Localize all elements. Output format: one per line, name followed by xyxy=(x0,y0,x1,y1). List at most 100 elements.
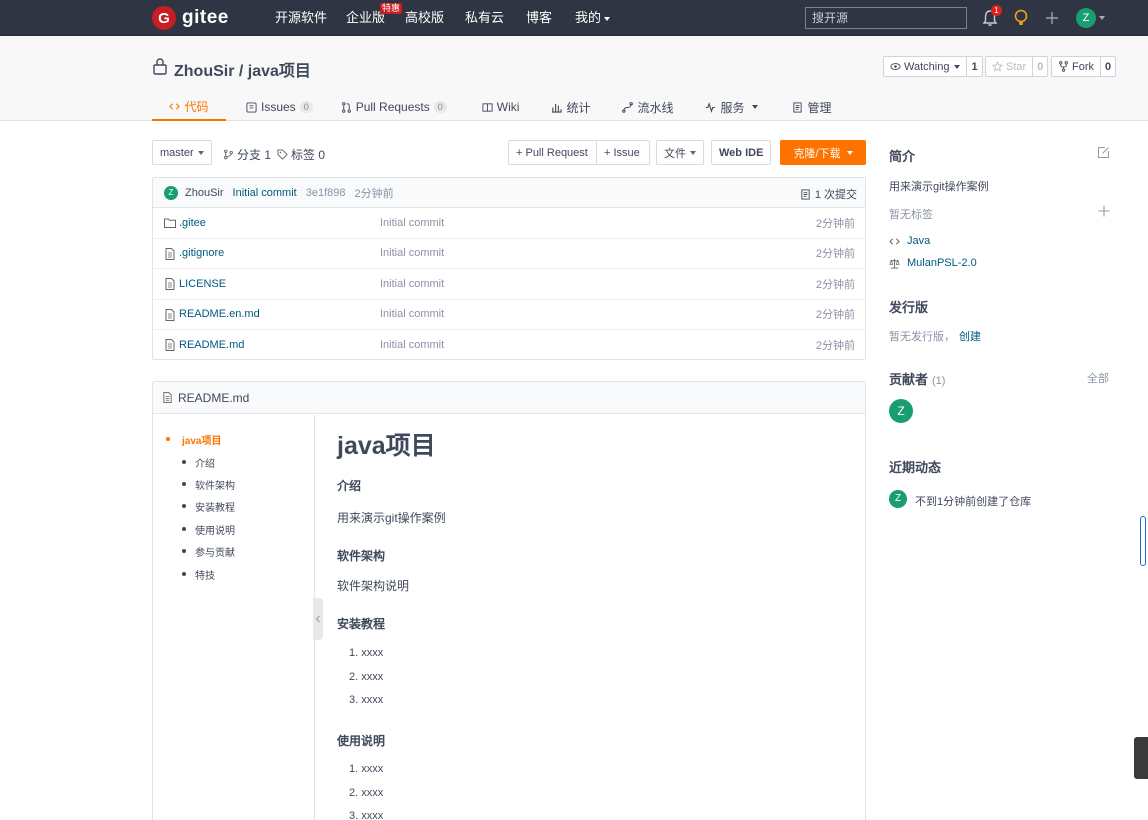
lock-icon xyxy=(153,58,167,75)
nav-university[interactable]: 高校版 xyxy=(405,10,444,26)
commit-message[interactable]: Initial commit xyxy=(233,187,297,199)
repo-title[interactable]: ZhouSir / java项目 xyxy=(174,57,311,81)
tab-services[interactable]: 服务 xyxy=(695,93,768,121)
edit-icon[interactable] xyxy=(1097,146,1110,159)
repo-header: ZhouSir / java项目 Watching 1 Star 0 Fork … xyxy=(0,37,1148,121)
nav-blog[interactable]: 博客 xyxy=(526,10,552,26)
document-icon xyxy=(793,101,803,113)
clone-download-button[interactable]: 克隆/下载 xyxy=(780,140,866,165)
sidebar-license[interactable]: MulanPSL-2.0 xyxy=(889,257,977,269)
activity-avatar[interactable]: Z xyxy=(889,490,907,508)
sidebar-release-text: 暂无发行版， xyxy=(889,331,955,343)
file-commit-message[interactable]: Initial commit xyxy=(380,278,444,290)
page-scrollbar-thumb[interactable] xyxy=(1140,516,1146,566)
chevron-down-icon xyxy=(604,16,611,21)
contributors-all-link[interactable]: 全部 xyxy=(1087,370,1109,386)
code-icon xyxy=(169,102,181,110)
branches-link[interactable]: 分支 1 xyxy=(223,146,271,163)
commit-count-link[interactable]: 1 次提交 xyxy=(800,186,857,202)
file-commit-message[interactable]: Initial commit xyxy=(380,339,444,351)
readme-list-item: 1. xxxx xyxy=(349,647,384,659)
star-button[interactable]: Star 0 xyxy=(985,56,1049,77)
gitee-logo[interactable]: G gitee xyxy=(152,6,229,30)
tags-label: 标签 0 xyxy=(291,148,326,162)
pull-request-icon xyxy=(341,101,351,113)
hot-badge: 特惠 xyxy=(380,3,403,14)
toc-item[interactable]: 参与贡献 xyxy=(182,544,235,559)
floating-widget[interactable] xyxy=(1134,737,1148,779)
commit-author[interactable]: ZhouSir xyxy=(185,187,224,199)
nav-private-cloud[interactable]: 私有云 xyxy=(465,10,504,26)
fork-button[interactable]: Fork 0 xyxy=(1051,56,1117,77)
file-icon xyxy=(165,247,175,260)
sidebar-license-label: MulanPSL-2.0 xyxy=(907,257,977,269)
toc-item[interactable]: 介绍 xyxy=(182,455,215,470)
file-row[interactable]: README.md Initial commit 2分钟前 xyxy=(153,330,865,361)
web-ide-button[interactable]: Web IDE xyxy=(711,140,772,165)
watch-button[interactable]: Watching 1 xyxy=(883,56,983,77)
file-row[interactable]: .gitee Initial commit 2分钟前 xyxy=(153,208,865,239)
user-avatar[interactable]: Z xyxy=(1076,8,1096,28)
file-row[interactable]: README.en.md Initial commit 2分钟前 xyxy=(153,300,865,330)
file-commit-message[interactable]: Initial commit xyxy=(380,217,444,229)
commit-hash[interactable]: 3e1f898 xyxy=(306,187,346,199)
new-pull-request-button[interactable]: + Pull Request xyxy=(508,140,597,165)
file-commit-message[interactable]: Initial commit xyxy=(380,247,444,259)
new-issue-button[interactable]: + Issue xyxy=(596,140,650,165)
tab-manage[interactable]: 管理 xyxy=(782,93,841,121)
file-name[interactable]: .gitee xyxy=(179,217,206,229)
file-name[interactable]: README.en.md xyxy=(179,308,260,320)
toc-collapse-handle[interactable] xyxy=(313,598,323,640)
file-list: Z ZhouSir Initial commit 3e1f898 2分钟前 1 … xyxy=(152,177,866,360)
readme-header: README.md xyxy=(153,382,865,414)
tab-code[interactable]: 代码 xyxy=(152,93,226,121)
tab-issues-count: 0 xyxy=(299,101,313,113)
file-name[interactable]: .gitignore xyxy=(179,247,224,259)
file-row[interactable]: LICENSE Initial commit 2分钟前 xyxy=(153,269,865,300)
file-row[interactable]: .gitignore Initial commit 2分钟前 xyxy=(153,239,865,269)
toc-item[interactable]: 特技 xyxy=(182,567,215,582)
tab-stats-label: 统计 xyxy=(566,100,591,115)
gitee-logo-icon: G xyxy=(152,6,176,30)
commit-author-avatar[interactable]: Z xyxy=(164,185,178,200)
repo-tabs: 代码 Issues 0 Pull Requests 0 Wiki 统计 流水线 … xyxy=(152,93,842,121)
star-label: Star xyxy=(1006,60,1027,73)
file-time: 2分钟前 xyxy=(815,340,855,353)
tab-pipeline[interactable]: 流水线 xyxy=(612,93,683,121)
toc-item[interactable]: 使用说明 xyxy=(182,522,235,537)
search-input[interactable] xyxy=(805,7,967,29)
tab-issues[interactable]: Issues 0 xyxy=(236,93,323,121)
latest-commit-row: Z ZhouSir Initial commit 3e1f898 2分钟前 1 … xyxy=(153,178,865,208)
star-icon xyxy=(992,61,1003,72)
add-tag-plus-icon[interactable] xyxy=(1098,205,1110,217)
user-menu-chevron-icon[interactable] xyxy=(1099,16,1105,20)
nav-open-source[interactable]: 开源软件 xyxy=(275,10,327,26)
file-name[interactable]: README.md xyxy=(179,339,244,351)
file-time: 2分钟前 xyxy=(815,309,855,322)
lightbulb-icon[interactable] xyxy=(1013,9,1029,27)
readme-title: java项目 xyxy=(337,432,436,460)
tab-pull-requests[interactable]: Pull Requests 0 xyxy=(331,93,457,121)
contributor-avatar[interactable]: Z xyxy=(889,399,913,423)
nav-mine[interactable]: 我的 xyxy=(575,10,611,26)
branch-select[interactable]: master xyxy=(152,140,212,165)
tab-wiki[interactable]: Wiki xyxy=(472,93,530,121)
readme-list-item: 3. xxxx xyxy=(349,694,384,706)
toc-item[interactable]: 软件架构 xyxy=(182,477,235,492)
tags-link[interactable]: 标签 0 xyxy=(277,146,325,163)
create-release-link[interactable]: 创建 xyxy=(959,331,981,343)
file-name[interactable]: LICENSE xyxy=(179,278,226,290)
eye-icon xyxy=(890,63,901,70)
sidebar-language[interactable]: Java xyxy=(889,235,930,247)
readme-arch-text: 软件架构说明 xyxy=(337,579,410,593)
file-menu-button[interactable]: 文件 xyxy=(656,140,704,165)
plus-icon[interactable] xyxy=(1045,11,1059,25)
tab-wiki-label: Wiki xyxy=(496,100,520,114)
toc-item[interactable]: java项目 xyxy=(165,432,221,447)
toc-item[interactable]: 安装教程 xyxy=(182,499,235,514)
tab-stats[interactable]: 统计 xyxy=(541,93,600,121)
readme-heading-intro: 介绍 xyxy=(337,479,362,493)
file-commit-message[interactable]: Initial commit xyxy=(380,308,444,320)
tab-pull-requests-label: Pull Requests xyxy=(355,100,430,114)
issue-icon xyxy=(246,101,257,113)
